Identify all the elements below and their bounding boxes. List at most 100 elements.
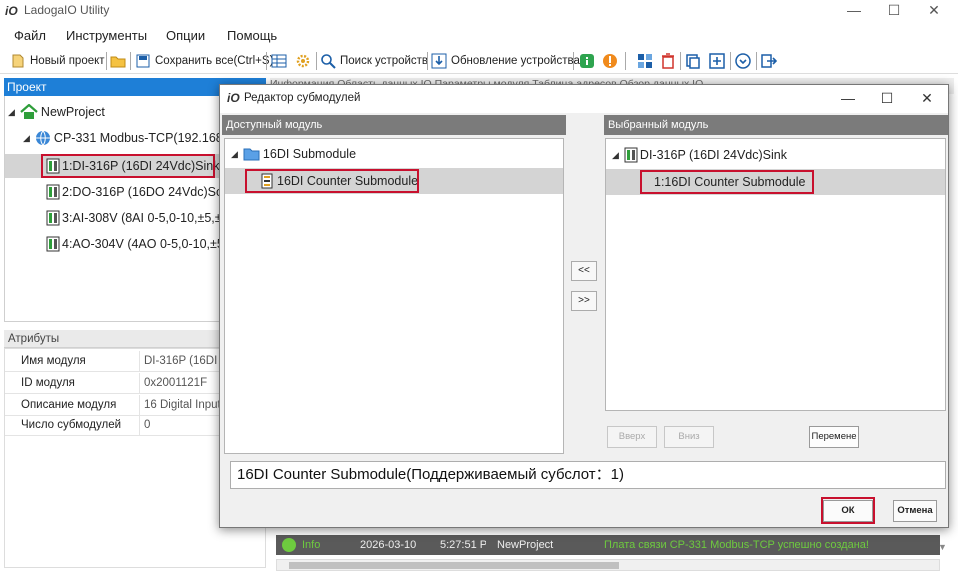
cell-divider — [139, 351, 140, 372]
highlight-box — [640, 170, 814, 194]
tree-item-folder[interactable]: ◢ 16DI Submodule — [231, 147, 356, 161]
log-message: Плата связи CP-331 Modbus-TCP успешно со… — [604, 539, 869, 551]
save-all-button[interactable]: Сохранить все(Ctrl+S) — [135, 52, 273, 70]
scroll-down-icon[interactable]: ▼ — [938, 542, 947, 552]
module-icon — [46, 236, 60, 252]
tree-module-label: 4:AO-304V (4AO 0-5,0-10,±5,±1 — [62, 237, 242, 251]
available-module-tree: ◢ 16DI Submodule 16DI Counter Submodule — [224, 138, 564, 454]
save-icon — [136, 54, 150, 68]
dialog-logo-icon: iO — [227, 91, 240, 105]
table-icon[interactable] — [271, 53, 287, 69]
new-project-button[interactable]: Новый проект — [10, 52, 105, 70]
chevron-down-circle-icon[interactable] — [735, 53, 751, 69]
move-down-button[interactable]: Вниз — [664, 426, 714, 448]
maximize-button[interactable]: ☐ — [874, 0, 914, 22]
gear-icon[interactable] — [295, 53, 311, 69]
tree-item-module-4[interactable]: 4:AO-304V (4AO 0-5,0-10,±5,±1 — [46, 234, 241, 254]
copy-icon[interactable] — [685, 53, 701, 69]
update-device-label: Обновление устройства — [451, 55, 580, 67]
selected-module-tree: ◢ DI-316P (16DI 24Vdc)Sink 1:16DI Counte… — [605, 138, 946, 411]
exit-icon[interactable] — [761, 53, 777, 69]
app-title: LadogaIO Utility — [24, 3, 110, 17]
toolbar-separator — [316, 52, 317, 70]
expand-arrow-icon[interactable]: ◢ — [612, 150, 619, 161]
toolbar-separator — [730, 52, 731, 70]
toolbar-separator — [756, 52, 757, 70]
scrollbar-thumb[interactable] — [289, 562, 619, 569]
log-date: 2026-03-10 — [360, 539, 417, 551]
toolbar: Новый проект Сохранить все(Ctrl+S) Поиск… — [0, 48, 958, 74]
info-icon[interactable] — [579, 53, 595, 69]
update-device-button[interactable]: Обновление устройства — [431, 52, 580, 70]
status-dot-icon — [282, 538, 296, 552]
expand-arrow-icon[interactable]: ◢ — [23, 133, 30, 144]
tree-item-device[interactable]: ◢ CP-331 Modbus-TCP(192.168. — [23, 130, 226, 146]
toolbar-separator — [266, 52, 267, 70]
tree-item-selected-module[interactable]: ◢ DI-316P (16DI 24Vdc)Sink — [612, 147, 787, 163]
expand-arrow-icon[interactable]: ◢ — [8, 107, 15, 118]
submodule-info-field: 16DI Counter Submodule(Поддерживаемый су… — [230, 461, 946, 489]
tree-device-label: CP-331 Modbus-TCP(192.168. — [53, 131, 227, 145]
search-devices-button[interactable]: Поиск устройств — [320, 52, 428, 70]
move-left-button[interactable]: << — [571, 261, 597, 281]
submodule-editor-dialog: iO Редактор субмодулей — ☐ ✕ Доступный м… — [219, 84, 949, 528]
module-icon — [624, 147, 638, 163]
log-level: Info — [302, 539, 321, 551]
minimize-button[interactable]: — — [834, 0, 874, 22]
menu-options[interactable]: Опции — [166, 28, 205, 43]
add-module-icon[interactable] — [709, 53, 725, 69]
delete-icon[interactable] — [660, 53, 676, 69]
tree-module-label: 2:DO-316P (16DO 24Vdc)Sourc — [62, 185, 241, 199]
save-all-label: Сохранить все(Ctrl+S) — [155, 55, 274, 67]
selected-module-header: Выбранный модуль — [604, 115, 948, 135]
cell-divider — [139, 415, 140, 436]
attribute-key: Описание модуля — [21, 399, 117, 411]
dialog-title: Редактор субмодулей — [244, 92, 361, 104]
expand-arrow-icon[interactable]: ◢ — [231, 149, 238, 160]
menu-file[interactable]: Файл — [14, 28, 46, 43]
cell-divider — [139, 373, 140, 394]
cell-divider — [139, 395, 140, 416]
module-icon — [46, 210, 60, 226]
attribute-key: Число субмодулей — [21, 419, 122, 431]
download-icon — [431, 53, 447, 69]
highlight-box — [821, 497, 875, 524]
tree-item-root[interactable]: ◢ NewProject — [8, 104, 105, 120]
log-row[interactable]: Info 2026-03-10 5:27:51 PM NewProject Пл… — [276, 535, 940, 555]
app-logo-icon: iO — [5, 4, 18, 18]
module-icon — [46, 184, 60, 200]
toolbar-separator — [625, 52, 626, 70]
home-icon — [20, 104, 38, 119]
warning-icon[interactable] — [602, 53, 618, 69]
globe-icon — [35, 130, 50, 146]
dialog-title-bar: iO Редактор субмодулей — ☐ ✕ — [220, 85, 948, 113]
menu-help[interactable]: Помощь — [227, 28, 277, 43]
new-project-label: Новый проект — [30, 55, 105, 67]
selected-module-label: DI-316P (16DI 24Vdc)Sink — [639, 148, 787, 162]
move-right-button[interactable]: >> — [571, 291, 597, 311]
grid-icon[interactable] — [637, 53, 653, 69]
dialog-maximize-button[interactable]: ☐ — [867, 85, 907, 113]
log-time: 5:27:51 PM — [440, 539, 486, 551]
log-project: NewProject — [497, 539, 554, 551]
dialog-close-button[interactable]: ✕ — [907, 85, 947, 113]
close-button[interactable]: ✕ — [914, 0, 954, 22]
toolbar-separator — [130, 52, 131, 70]
tree-item-module-2[interactable]: 2:DO-316P (16DO 24Vdc)Sourc — [46, 182, 240, 202]
rename-button[interactable]: Перемене — [809, 426, 859, 448]
toolbar-separator — [427, 52, 428, 70]
menu-tools[interactable]: Инструменты — [66, 28, 147, 43]
horizontal-scrollbar[interactable] — [276, 559, 940, 571]
move-up-button[interactable]: Вверх — [607, 426, 657, 448]
tree-module-label: 3:AI-308V (8AI 0-5,0-10,±5,±10 — [62, 211, 236, 225]
attribute-key: Имя модуля — [21, 355, 86, 367]
tree-item-module-3[interactable]: 3:AI-308V (8AI 0-5,0-10,±5,±10 — [46, 208, 236, 228]
toolbar-separator — [573, 52, 574, 70]
highlight-box — [245, 169, 419, 193]
attribute-key: ID модуля — [21, 377, 75, 389]
main-title-bar: iO LadogaIO Utility — ☐ ✕ — [0, 0, 958, 22]
dialog-minimize-button[interactable]: — — [828, 85, 868, 113]
highlight-box — [41, 154, 215, 178]
cancel-button[interactable]: Отмена — [893, 500, 937, 522]
open-folder-icon[interactable] — [110, 53, 126, 69]
